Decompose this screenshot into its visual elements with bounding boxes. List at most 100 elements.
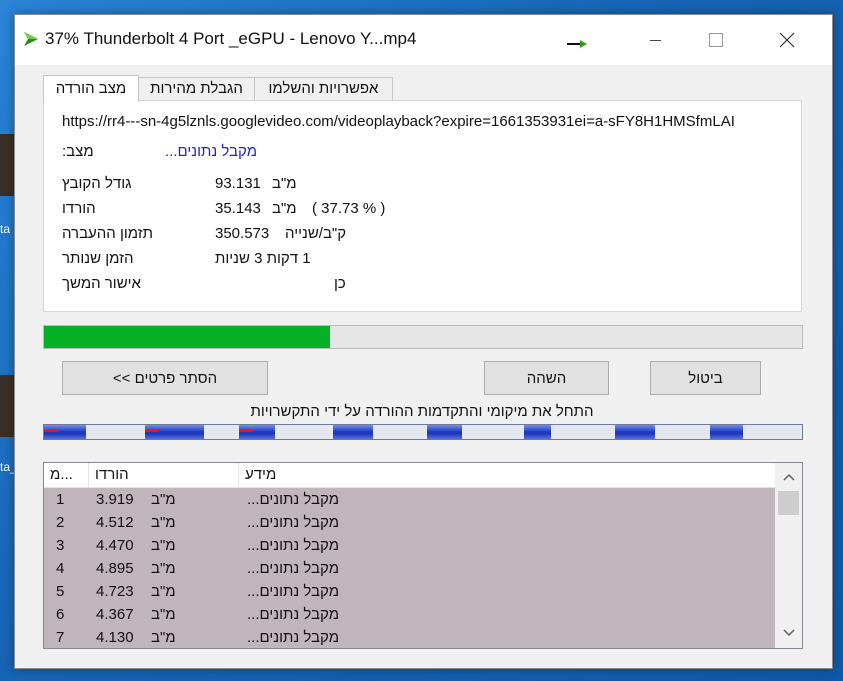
list-header: מ... הורדו מידע <box>44 463 775 488</box>
list-row[interactable]: 4 4.895 מ"ב מקבל נתונים... <box>44 557 775 580</box>
row-downloaded: 4.470 <box>96 537 134 554</box>
minimize-icon <box>650 40 661 41</box>
window-title: 37% Thunderbolt 4 Port _eGPU - Lenovo Y.… <box>45 29 417 48</box>
time-left-label: הזמן שנותר <box>62 250 134 267</box>
connections-list[interactable]: מ... הורדו מידע 1 3.919 מ"ב מקבל נתונים.… <box>43 462 803 649</box>
connection-marker <box>44 430 58 432</box>
maximize-icon <box>709 33 723 47</box>
minimize-button[interactable] <box>633 25 679 55</box>
row-unit: מ"ב <box>151 537 176 554</box>
desktop-shortcut-icon[interactable] <box>0 134 14 196</box>
pause-button[interactable]: השהה <box>484 361 609 395</box>
list-row[interactable]: 2 4.512 מ"ב מקבל נתונים... <box>44 511 775 534</box>
connection-segment <box>333 425 373 439</box>
row-index: 4 <box>56 560 65 577</box>
row-downloaded: 4.130 <box>96 629 134 646</box>
vertical-scrollbar[interactable] <box>775 463 802 648</box>
list-row[interactable]: 3 4.470 מ"ב מקבל נתונים... <box>44 534 775 557</box>
scroll-down-button[interactable] <box>775 623 802 643</box>
hide-details-button[interactable]: הסתר פרטים >> <box>62 361 268 395</box>
row-info: מקבל נתונים... <box>247 491 339 508</box>
row-unit: מ"ב <box>151 606 176 623</box>
chevron-down-icon <box>782 629 795 637</box>
connections-caption: התחל את מיקומי והתקדמות ההורדה על ידי הת… <box>250 403 594 420</box>
connection-segment <box>44 425 86 439</box>
arrow-right-icon <box>567 37 587 51</box>
connection-segment <box>615 425 655 439</box>
downloaded-value: 35.143 <box>215 200 261 217</box>
tab-strip: מצב הורדה הגבלת מהירות אפשרויות והשלמו <box>43 75 423 102</box>
downloaded-percent: ( 37.73 % ) <box>312 200 386 217</box>
file-size-unit: מ"ב <box>272 175 297 192</box>
resume-capability-value: כן <box>334 275 346 292</box>
row-index: 2 <box>56 514 65 531</box>
row-index: 6 <box>56 606 65 623</box>
connection-segment <box>145 425 204 439</box>
column-header-downloaded[interactable]: הורדו <box>89 463 239 487</box>
desktop-shortcut-label[interactable]: ta <box>0 222 10 236</box>
title-bar[interactable]: 37% Thunderbolt 4 Port _eGPU - Lenovo Y.… <box>15 15 832 65</box>
scroll-up-button[interactable] <box>775 467 802 487</box>
row-unit: מ"ב <box>151 514 176 531</box>
downloaded-label: הורדו <box>62 200 96 217</box>
download-url: https://rr4---sn-4g5lznls.googlevideo.co… <box>62 113 735 130</box>
download-app-icon <box>24 32 38 46</box>
download-status-panel: https://rr4---sn-4g5lznls.googlevideo.co… <box>43 100 802 312</box>
connection-segment <box>239 425 275 439</box>
row-info: מקבל נתונים... <box>247 560 339 577</box>
row-info: מקבל נתונים... <box>247 606 339 623</box>
row-info: מקבל נתונים... <box>247 537 339 554</box>
cancel-button[interactable]: ביטול <box>650 361 761 395</box>
tab-download-status[interactable]: מצב הורדה <box>43 75 139 102</box>
connections-progress-bar <box>43 424 803 440</box>
transfer-rate-unit: ק"ב/שנייה <box>285 225 347 242</box>
downloaded-unit: מ"ב <box>272 200 297 217</box>
status-value: מקבל נתונים... <box>165 143 257 160</box>
progress-fill <box>44 326 330 348</box>
row-downloaded: 4.367 <box>96 606 134 623</box>
row-info: מקבל נתונים... <box>247 514 339 531</box>
list-row[interactable]: 6 4.367 מ"ב מקבל נתונים... <box>44 603 775 626</box>
row-unit: מ"ב <box>151 491 176 508</box>
tab-speed-limit[interactable]: הגבלת מהירות <box>138 77 255 100</box>
row-downloaded: 3.919 <box>96 491 134 508</box>
transfer-rate-label: תזמון ההעברה <box>62 225 153 242</box>
row-info: מקבל נתונים... <box>247 583 339 600</box>
time-left-value: 1 דקות 3 שניות <box>215 250 311 267</box>
row-downloaded: 4.512 <box>96 514 134 531</box>
list-row[interactable]: 1 3.919 מ"ב מקבל נתונים... <box>44 488 775 511</box>
maximize-button[interactable] <box>693 25 739 55</box>
close-button[interactable] <box>764 25 810 55</box>
close-icon <box>779 32 795 48</box>
tab-options[interactable]: אפשרויות והשלמו <box>254 77 393 100</box>
list-row[interactable]: 7 4.130 מ"ב מקבל נתונים... <box>44 626 775 648</box>
desktop-shortcut-icon[interactable] <box>0 375 14 437</box>
connection-segment <box>427 425 462 439</box>
scroll-thumb[interactable] <box>778 491 799 515</box>
list-rows: 1 3.919 מ"ב מקבל נתונים... 2 4.512 מ"ב מ… <box>44 488 775 648</box>
file-size-value: 93.131 <box>215 175 261 192</box>
connection-segment <box>710 425 743 439</box>
file-size-label: גודל הקובץ <box>62 175 132 192</box>
resume-capability-label: אישור המשך <box>62 275 141 292</box>
status-label: מצב: <box>62 143 94 160</box>
download-progress-bar <box>43 325 803 349</box>
row-index: 7 <box>56 629 65 646</box>
row-unit: מ"ב <box>151 560 176 577</box>
connection-segment <box>524 425 551 439</box>
connection-marker <box>145 430 159 432</box>
row-unit: מ"ב <box>151 583 176 600</box>
list-row[interactable]: 5 4.723 מ"ב מקבל נתונים... <box>44 580 775 603</box>
row-info: מקבל נתונים... <box>247 629 339 646</box>
row-index: 3 <box>56 537 65 554</box>
row-downloaded: 4.723 <box>96 583 134 600</box>
column-header-index[interactable]: מ... <box>44 463 89 487</box>
chevron-up-icon <box>782 473 795 481</box>
connection-marker <box>239 430 253 432</box>
transfer-rate-value: 350.573 <box>215 225 270 242</box>
row-index: 1 <box>56 491 65 508</box>
row-index: 5 <box>56 583 65 600</box>
row-downloaded: 4.895 <box>96 560 134 577</box>
column-header-info[interactable]: מידע <box>239 463 775 487</box>
download-window: 37% Thunderbolt 4 Port _eGPU - Lenovo Y.… <box>14 14 833 669</box>
